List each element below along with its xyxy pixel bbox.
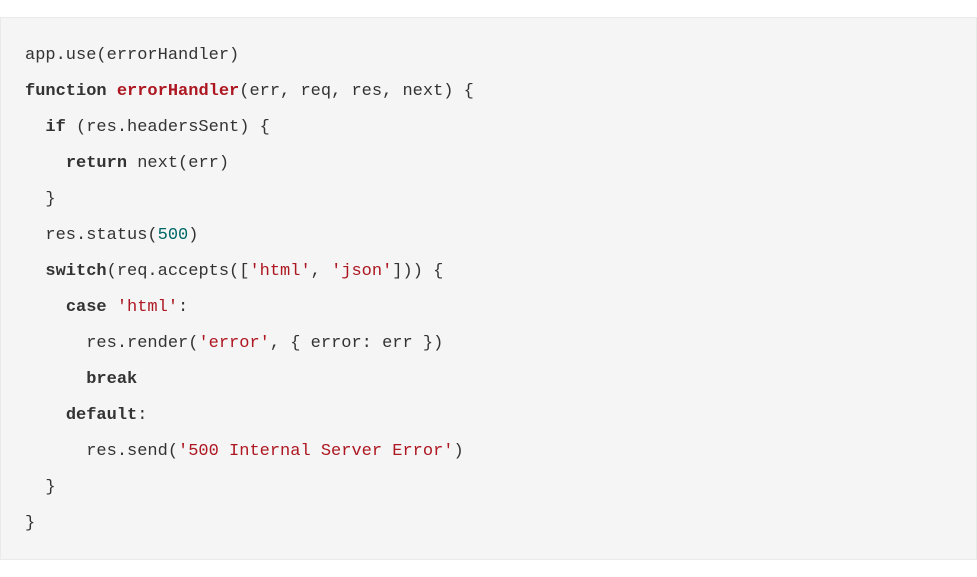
code-token	[25, 118, 45, 137]
code-token: res.send(	[25, 442, 178, 461]
code-token	[25, 262, 45, 281]
code-token: ])) {	[392, 262, 443, 281]
code-token: :	[178, 298, 188, 317]
code-token: )	[188, 226, 198, 245]
code-token: (req.accepts([	[107, 262, 250, 281]
code-content: app.use(errorHandler) function errorHand…	[25, 46, 474, 533]
code-token	[107, 82, 117, 101]
code-token: if	[45, 118, 65, 137]
code-token: , { error: err })	[270, 334, 443, 353]
code-token: (res.headersSent) {	[66, 118, 270, 137]
code-token	[25, 370, 86, 389]
code-token: next(err)	[127, 154, 229, 173]
code-block: app.use(errorHandler) function errorHand…	[0, 17, 977, 560]
code-token: }	[25, 478, 56, 497]
code-token: res.render(	[25, 334, 198, 353]
code-token: 'html'	[249, 262, 310, 281]
code-token: ,	[311, 262, 331, 281]
code-token	[25, 406, 66, 425]
code-token: switch	[45, 262, 106, 281]
code-token: }	[25, 190, 56, 209]
code-token	[25, 154, 66, 173]
code-token: 'json'	[331, 262, 392, 281]
code-token: case	[66, 298, 107, 317]
code-token: break	[86, 370, 137, 389]
code-token: app.use(errorHandler)	[25, 46, 239, 65]
code-token: }	[25, 514, 35, 533]
code-token: )	[453, 442, 463, 461]
code-token: 'html'	[117, 298, 178, 317]
code-token: 'error'	[198, 334, 269, 353]
code-token	[25, 298, 66, 317]
code-token: 500	[158, 226, 189, 245]
code-token: :	[137, 406, 147, 425]
code-token: return	[66, 154, 127, 173]
code-token	[107, 298, 117, 317]
code-token: function	[25, 82, 107, 101]
code-token: default	[66, 406, 137, 425]
code-token: '500 Internal Server Error'	[178, 442, 453, 461]
code-token: errorHandler	[117, 82, 239, 101]
code-token: (err, req, res, next) {	[239, 82, 474, 101]
code-token: res.status(	[25, 226, 158, 245]
